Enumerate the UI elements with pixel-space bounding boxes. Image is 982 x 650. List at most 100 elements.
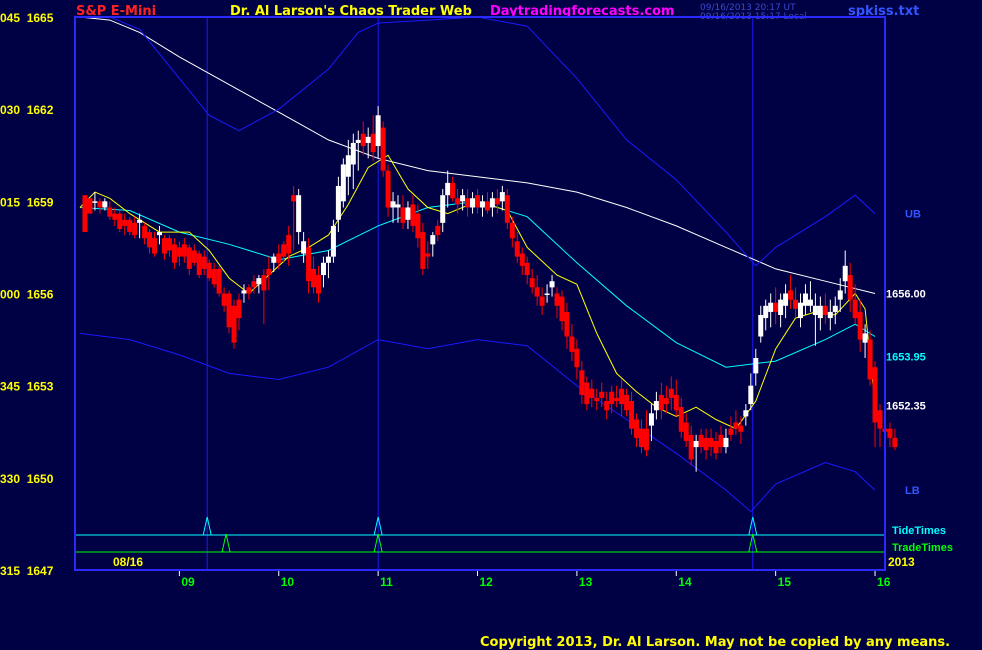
up-bar (92, 192, 98, 211)
bar-body (420, 232, 426, 269)
down-bar (246, 284, 252, 300)
bar-body (395, 204, 401, 208)
y-tick-label: 000 1656 (0, 288, 54, 302)
x-end-label: 2013 (888, 555, 915, 569)
bar-body (812, 305, 818, 316)
down-bar (161, 235, 167, 260)
down-bar (847, 262, 853, 312)
bar-body (519, 253, 525, 266)
down-bar (728, 416, 734, 441)
up-bar (440, 189, 446, 233)
down-bar (852, 284, 858, 325)
down-bar (509, 216, 515, 248)
bar-body (157, 232, 163, 236)
down-bar (435, 219, 441, 242)
down-bar (107, 201, 113, 220)
up-bar (335, 176, 341, 233)
down-bar (166, 235, 172, 257)
right-label: 1656.00 (886, 289, 926, 301)
down-bar (316, 265, 322, 303)
bar-body (385, 170, 391, 208)
bar-body (296, 195, 302, 233)
bar-body (624, 394, 630, 411)
x-start-label: 08/16 (113, 555, 143, 569)
bar-body (241, 290, 247, 294)
down-bar (877, 404, 883, 448)
down-bar (226, 290, 232, 334)
up-bar (753, 348, 759, 386)
up-bar (137, 213, 143, 239)
down-bar (191, 244, 197, 266)
bar-body (291, 195, 297, 202)
bar-body (365, 136, 371, 143)
bar-body (211, 268, 217, 285)
down-bar (176, 241, 182, 266)
bar-body (102, 201, 108, 208)
down-bar (738, 416, 744, 445)
bar-body (370, 133, 376, 153)
down-bar (569, 324, 575, 362)
bar-body (778, 299, 784, 316)
up-bar (445, 170, 451, 208)
bar-body (653, 401, 659, 411)
up-bar (544, 284, 550, 303)
bar-body (430, 235, 436, 245)
down-bar (475, 189, 481, 214)
down-bar (211, 262, 217, 288)
bar-body (479, 201, 485, 208)
bar-body (127, 219, 133, 233)
bar-body (405, 207, 411, 220)
up-bar (375, 106, 381, 159)
down-bar (574, 339, 580, 380)
bar-body (802, 293, 808, 306)
down-bar (584, 376, 590, 411)
up-bar (325, 250, 331, 279)
bar-body (529, 278, 535, 288)
down-bar (201, 250, 207, 276)
bar-body (251, 281, 257, 288)
copyright-notice: Copyright 2013, Dr. Al Larson. May not b… (480, 635, 951, 650)
y-tick-label: 315 1647 (0, 564, 54, 578)
down-bar (643, 410, 649, 457)
right-label: LB (905, 485, 920, 497)
bar-body (703, 437, 709, 451)
bar-body (862, 333, 868, 343)
down-bar (733, 410, 739, 435)
bar-body (375, 115, 381, 147)
x-tick-label: 13 (579, 575, 593, 589)
down-bar (261, 268, 267, 325)
bar-body (629, 401, 635, 429)
bar-body (460, 195, 466, 202)
x-tick-label: 12 (480, 575, 494, 589)
bar-body (638, 428, 644, 448)
bar-body (892, 437, 898, 448)
bar-body (246, 287, 252, 294)
down-bar (484, 192, 490, 214)
bar-body (604, 401, 610, 411)
bar-body (842, 265, 848, 282)
bar-body (574, 348, 580, 368)
bar-body (718, 434, 724, 448)
bar-body (753, 358, 759, 374)
down-bar (688, 425, 694, 466)
up-bar (470, 192, 476, 214)
down-bar (127, 216, 133, 236)
bar-body (763, 305, 769, 319)
bar-body (817, 305, 823, 319)
bar-body (748, 385, 754, 405)
bar-body (87, 198, 93, 214)
bar-body (688, 434, 694, 460)
bar-body (788, 290, 794, 300)
bar-body (564, 311, 570, 337)
bar-body (504, 195, 510, 223)
down-bar (385, 164, 391, 217)
bar-body (82, 195, 88, 233)
down-bar (82, 195, 88, 233)
bar-body (634, 419, 640, 438)
down-bar (698, 428, 704, 454)
down-bar (634, 413, 640, 448)
bar-body (514, 241, 520, 257)
up-bar (320, 256, 326, 288)
bar-body (678, 407, 684, 432)
down-bar (196, 250, 202, 279)
